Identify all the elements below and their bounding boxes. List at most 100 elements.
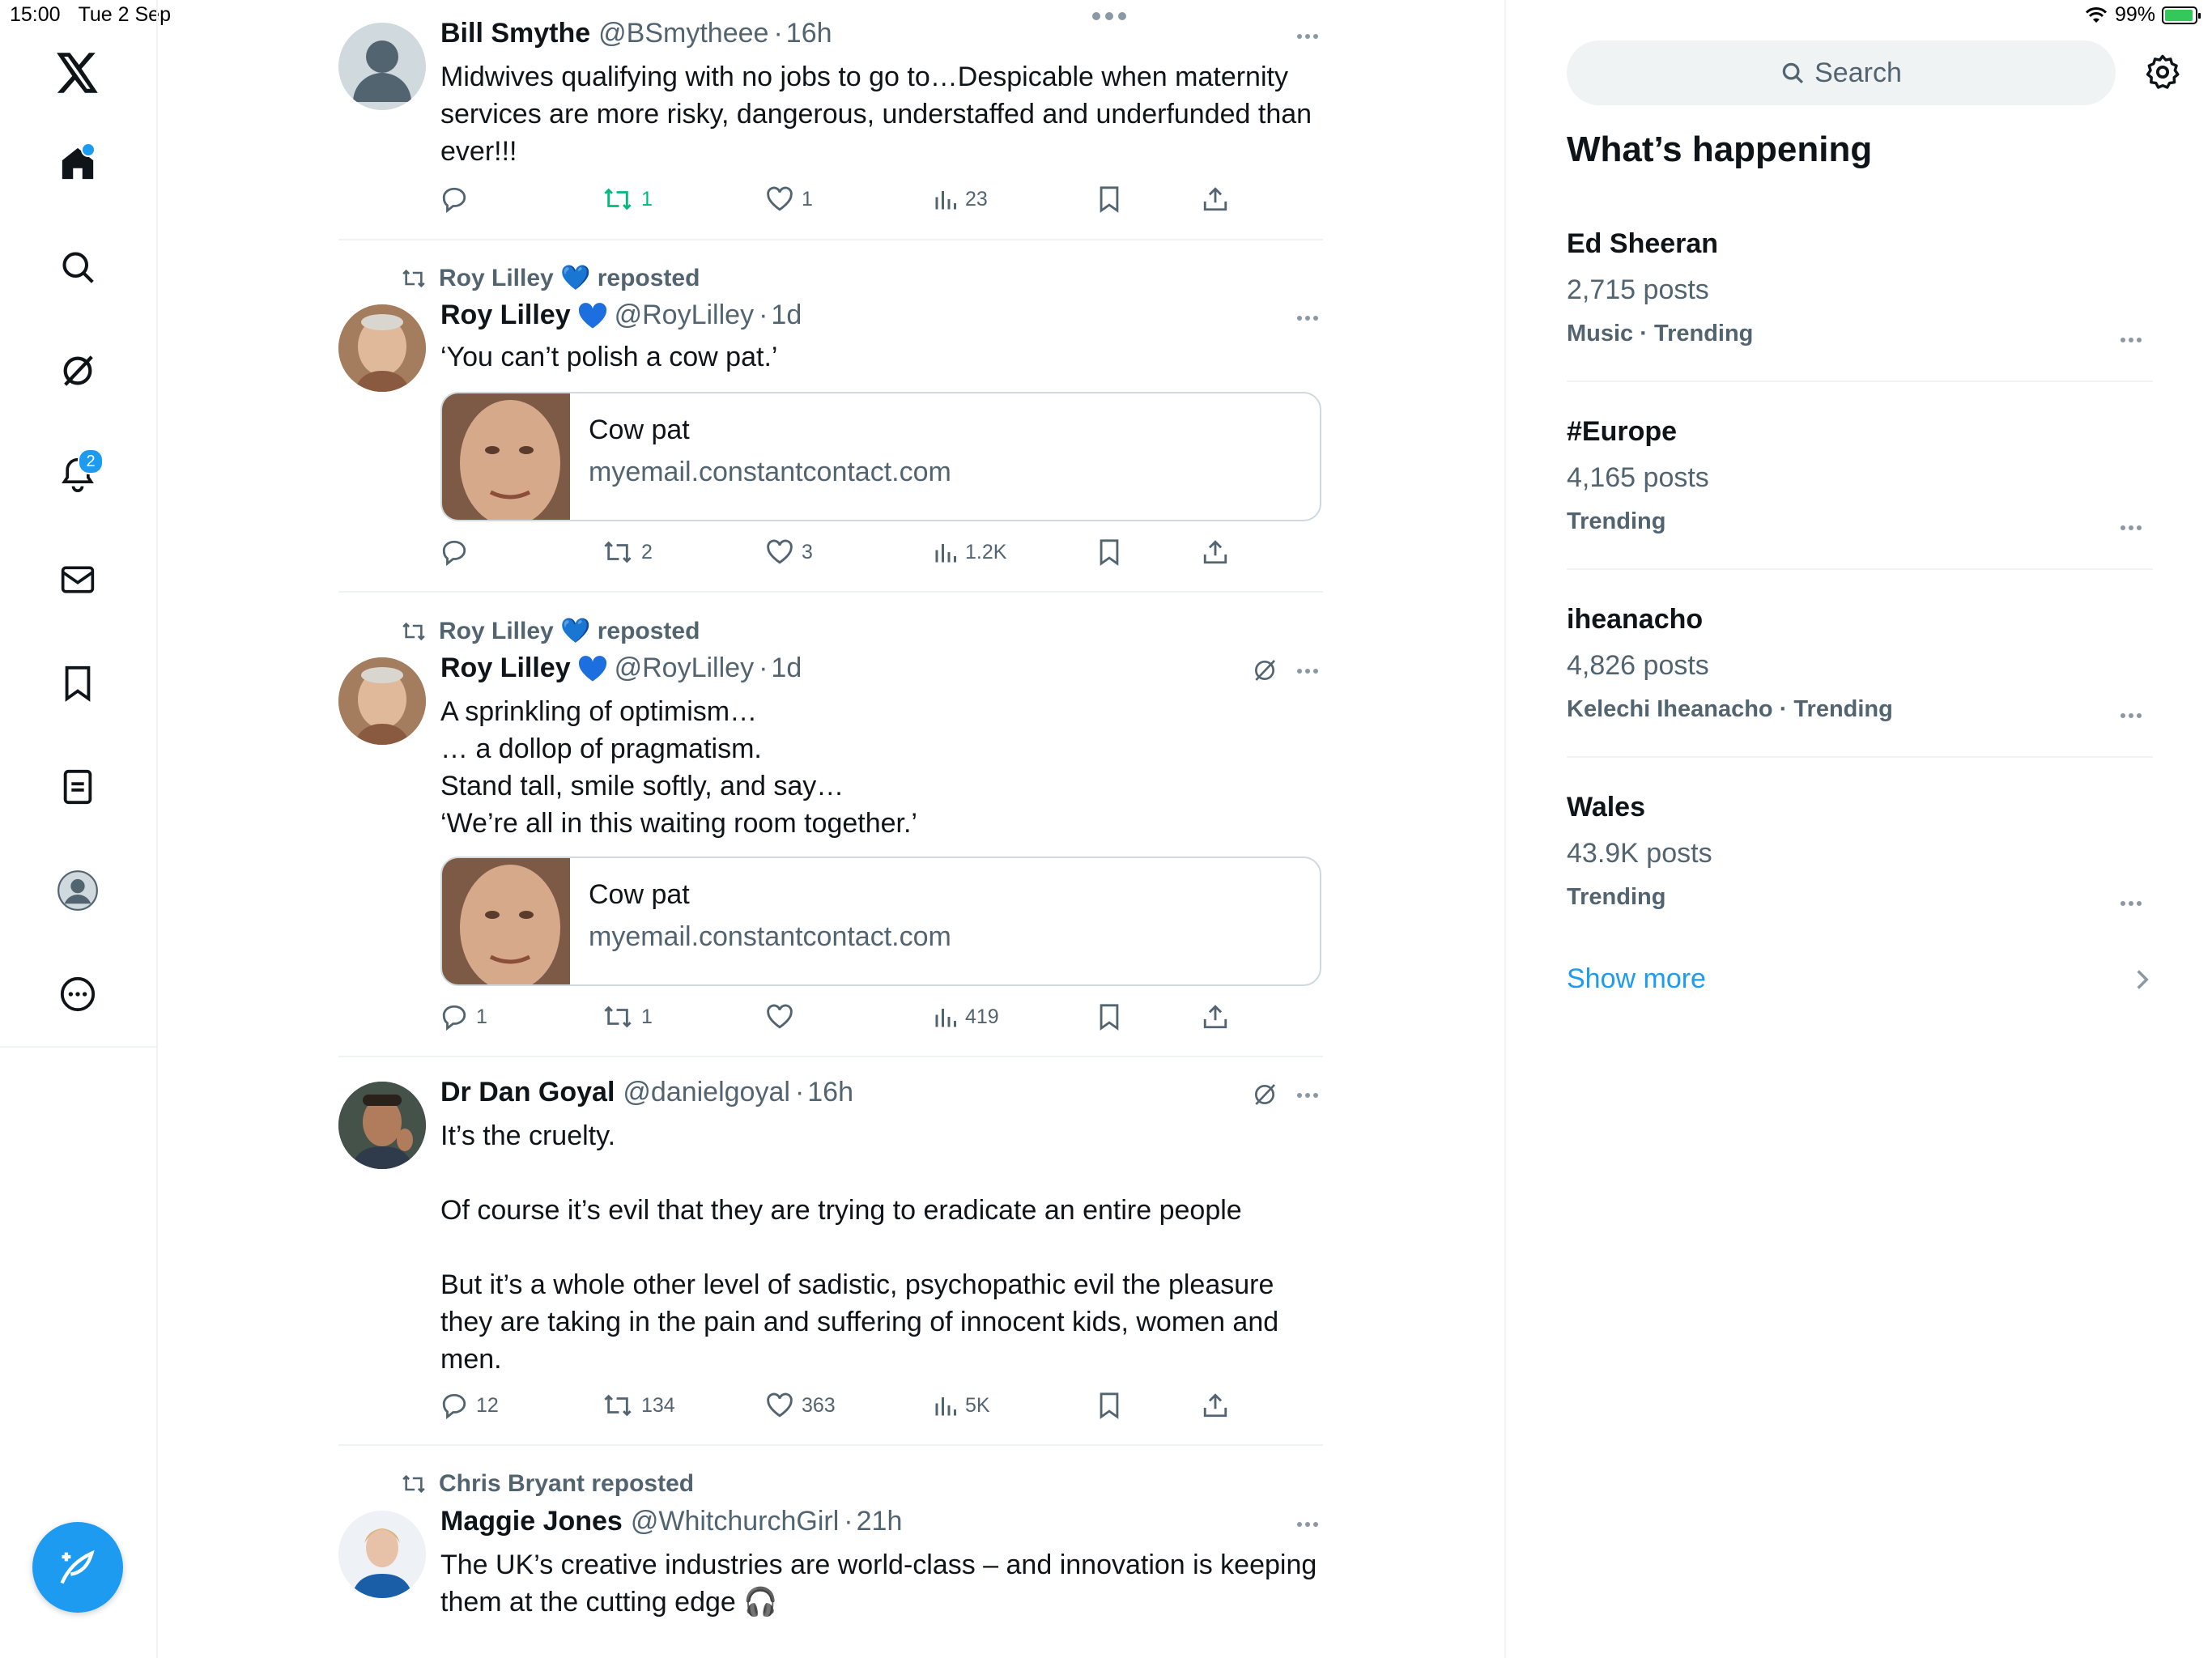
messages-icon[interactable] <box>53 555 102 604</box>
like-button[interactable]: 1 <box>766 183 813 215</box>
trend-post-count: 4,165 posts <box>1567 462 1709 493</box>
repost-small-icon <box>402 269 425 287</box>
settings-gear-icon[interactable] <box>2144 53 2181 91</box>
views-button[interactable]: 1.2K <box>933 536 1006 568</box>
share-button[interactable] <box>1202 1001 1229 1033</box>
view-count: 1.2K <box>965 540 1007 563</box>
repost-context: Roy Lilley 💙 reposted <box>400 617 700 645</box>
share-button[interactable] <box>1202 1389 1229 1422</box>
views-icon <box>935 191 956 210</box>
bookmark-button[interactable] <box>1098 1001 1121 1033</box>
more-options-icon[interactable] <box>53 970 102 1018</box>
trend-category: Kelechi Iheanacho · Trending <box>1567 696 1893 722</box>
trend-name: iheanacho <box>1567 604 1704 635</box>
link-card[interactable]: Cow pat myemail.constantcontact.com <box>440 392 1321 521</box>
tweet-divider <box>338 239 1323 240</box>
author-name[interactable]: Roy Lilley <box>440 653 571 684</box>
views-icon <box>935 544 956 563</box>
share-button[interactable] <box>1202 536 1229 568</box>
views-button[interactable]: 5K <box>933 1389 990 1422</box>
tweet-more-button[interactable] <box>1294 659 1321 683</box>
grok-icon[interactable] <box>53 346 102 395</box>
grok-explain-icon[interactable] <box>1249 1078 1281 1111</box>
repost-button[interactable]: 1 <box>602 1001 653 1033</box>
repost-icon <box>604 541 632 563</box>
views-icon <box>935 1397 956 1416</box>
trend-item[interactable]: iheanacho 4,826 posts Kelechi Iheanacho … <box>1567 604 2153 723</box>
views-button[interactable]: 23 <box>933 183 988 215</box>
notifications-bell-icon[interactable]: 2 <box>53 449 104 499</box>
author-name[interactable]: Maggie Jones <box>440 1506 623 1537</box>
tweet-more-button[interactable] <box>1294 306 1321 330</box>
author-name[interactable]: Bill Smythe <box>440 18 590 49</box>
repost-button[interactable]: 1 <box>602 183 653 215</box>
author-name[interactable]: Roy Lilley <box>440 300 571 331</box>
trend-divider <box>1567 756 2153 758</box>
author-avatar[interactable] <box>338 1082 426 1169</box>
tweet-text: The UK’s creative industries are world-c… <box>440 1550 1317 1618</box>
x-logo-icon[interactable] <box>53 49 102 97</box>
author-name[interactable]: Dr Dan Goyal <box>440 1077 615 1108</box>
tweet-header: Roy Lilley @RoyLilley · 1d <box>440 653 802 684</box>
tweet-more-button[interactable] <box>1294 24 1321 49</box>
wifi-icon <box>2085 6 2108 23</box>
trend-item[interactable]: #Europe 4,165 posts Trending <box>1567 416 2153 535</box>
lists-icon[interactable] <box>53 763 102 811</box>
repost-context-text[interactable]: Roy Lilley 💙 reposted <box>439 264 700 292</box>
bookmark-button[interactable] <box>1098 1389 1121 1422</box>
author-handle[interactable]: @danielgoyal <box>623 1077 790 1108</box>
trend-category: Trending <box>1567 884 1666 910</box>
bookmarks-icon[interactable] <box>53 659 102 708</box>
trend-item[interactable]: Ed Sheeran 2,715 posts Music · Trending <box>1567 228 2153 347</box>
views-button[interactable]: 419 <box>933 1001 999 1033</box>
profile-avatar-icon[interactable] <box>53 866 102 915</box>
search-input[interactable]: Search <box>1567 40 2116 105</box>
repost-small-icon <box>402 622 425 640</box>
author-avatar[interactable] <box>338 304 426 392</box>
trend-more-button[interactable] <box>2117 895 2145 912</box>
like-count: 3 <box>802 540 813 563</box>
trend-more-button[interactable] <box>2117 708 2145 724</box>
repost-count: 1 <box>641 187 653 210</box>
show-more-link[interactable]: Show more <box>1567 963 1706 995</box>
trend-category: Trending <box>1567 508 1666 534</box>
repost-context-text[interactable]: Chris Bryant reposted <box>439 1470 694 1498</box>
trend-more-button[interactable] <box>2117 332 2145 348</box>
share-button[interactable] <box>1202 183 1229 215</box>
author-handle[interactable]: @RoyLilley <box>615 300 754 331</box>
like-button[interactable] <box>766 1001 802 1033</box>
share-icon <box>1203 1393 1227 1418</box>
like-button[interactable]: 363 <box>766 1389 836 1422</box>
post-time: 1d <box>771 653 802 683</box>
grok-explain-icon[interactable] <box>1249 654 1281 687</box>
tweet-more-button[interactable] <box>1294 1512 1321 1537</box>
repost-context: Roy Lilley 💙 reposted <box>400 264 700 292</box>
reply-button[interactable] <box>440 183 476 215</box>
bookmark-button[interactable] <box>1098 183 1121 215</box>
author-avatar[interactable] <box>338 1511 426 1598</box>
author-handle[interactable]: @RoyLilley <box>615 653 754 684</box>
link-card[interactable]: Cow pat myemail.constantcontact.com <box>440 857 1321 986</box>
chevron-right-icon[interactable] <box>2134 968 2150 991</box>
author-handle[interactable]: @WhitchurchGirl <box>631 1506 839 1537</box>
reply-button[interactable]: 12 <box>440 1389 499 1422</box>
trend-more-button[interactable] <box>2117 520 2145 536</box>
reply-button[interactable] <box>440 536 476 568</box>
like-button[interactable]: 3 <box>766 536 813 568</box>
tweet-more-button[interactable] <box>1294 1083 1321 1107</box>
views-icon <box>935 1009 956 1027</box>
compose-post-button[interactable] <box>32 1522 123 1613</box>
repost-button[interactable]: 134 <box>602 1389 675 1422</box>
reply-button[interactable]: 1 <box>440 1001 487 1033</box>
bookmark-button[interactable] <box>1098 536 1121 568</box>
default-avatar[interactable] <box>338 23 426 110</box>
trend-item[interactable]: Wales 43.9K posts Trending <box>1567 792 2153 911</box>
home-icon[interactable] <box>53 139 102 188</box>
search-icon[interactable] <box>53 243 102 291</box>
author-handle[interactable]: @BSmytheee <box>598 18 768 49</box>
author-avatar[interactable] <box>338 657 426 745</box>
repost-button[interactable]: 2 <box>602 536 653 568</box>
repost-context-text[interactable]: Roy Lilley 💙 reposted <box>439 617 700 645</box>
multitask-handle[interactable] <box>1089 6 1129 26</box>
